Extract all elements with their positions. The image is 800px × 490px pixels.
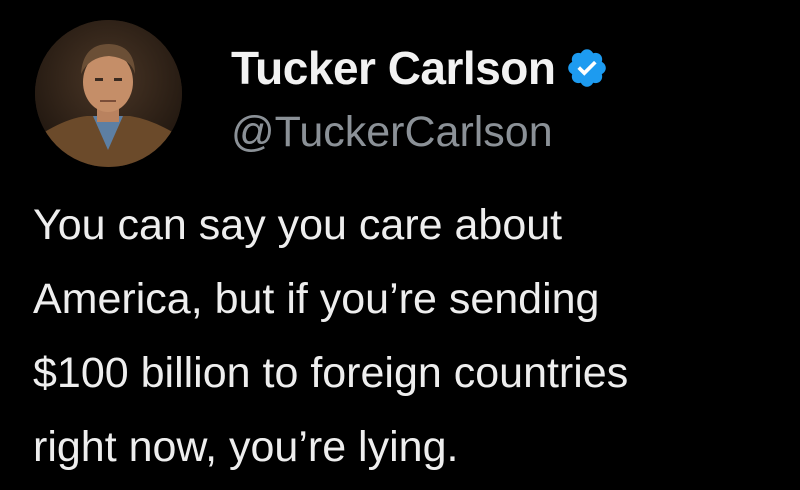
verified-badge-icon: [565, 46, 609, 90]
tweet-card: Tucker Carlson @TuckerCarlson You can sa…: [0, 0, 800, 490]
display-name[interactable]: Tucker Carlson: [231, 41, 556, 95]
tweet-text-line: America, but if you’re sending: [33, 275, 600, 323]
user-handle[interactable]: @TuckerCarlson: [231, 108, 553, 157]
avatar-photo: [35, 20, 182, 167]
tweet-text-line: right now, you’re lying.: [33, 423, 459, 471]
tweet-text-line: You can say you care about: [33, 201, 563, 249]
name-row: Tucker Carlson: [231, 38, 609, 98]
tweet-text: You can say you care about America, but …: [33, 188, 783, 484]
tweet-text-line: $100 billion to foreign countries: [33, 349, 629, 397]
avatar[interactable]: [35, 20, 182, 167]
tweet-header: Tucker Carlson @TuckerCarlson: [35, 20, 775, 170]
